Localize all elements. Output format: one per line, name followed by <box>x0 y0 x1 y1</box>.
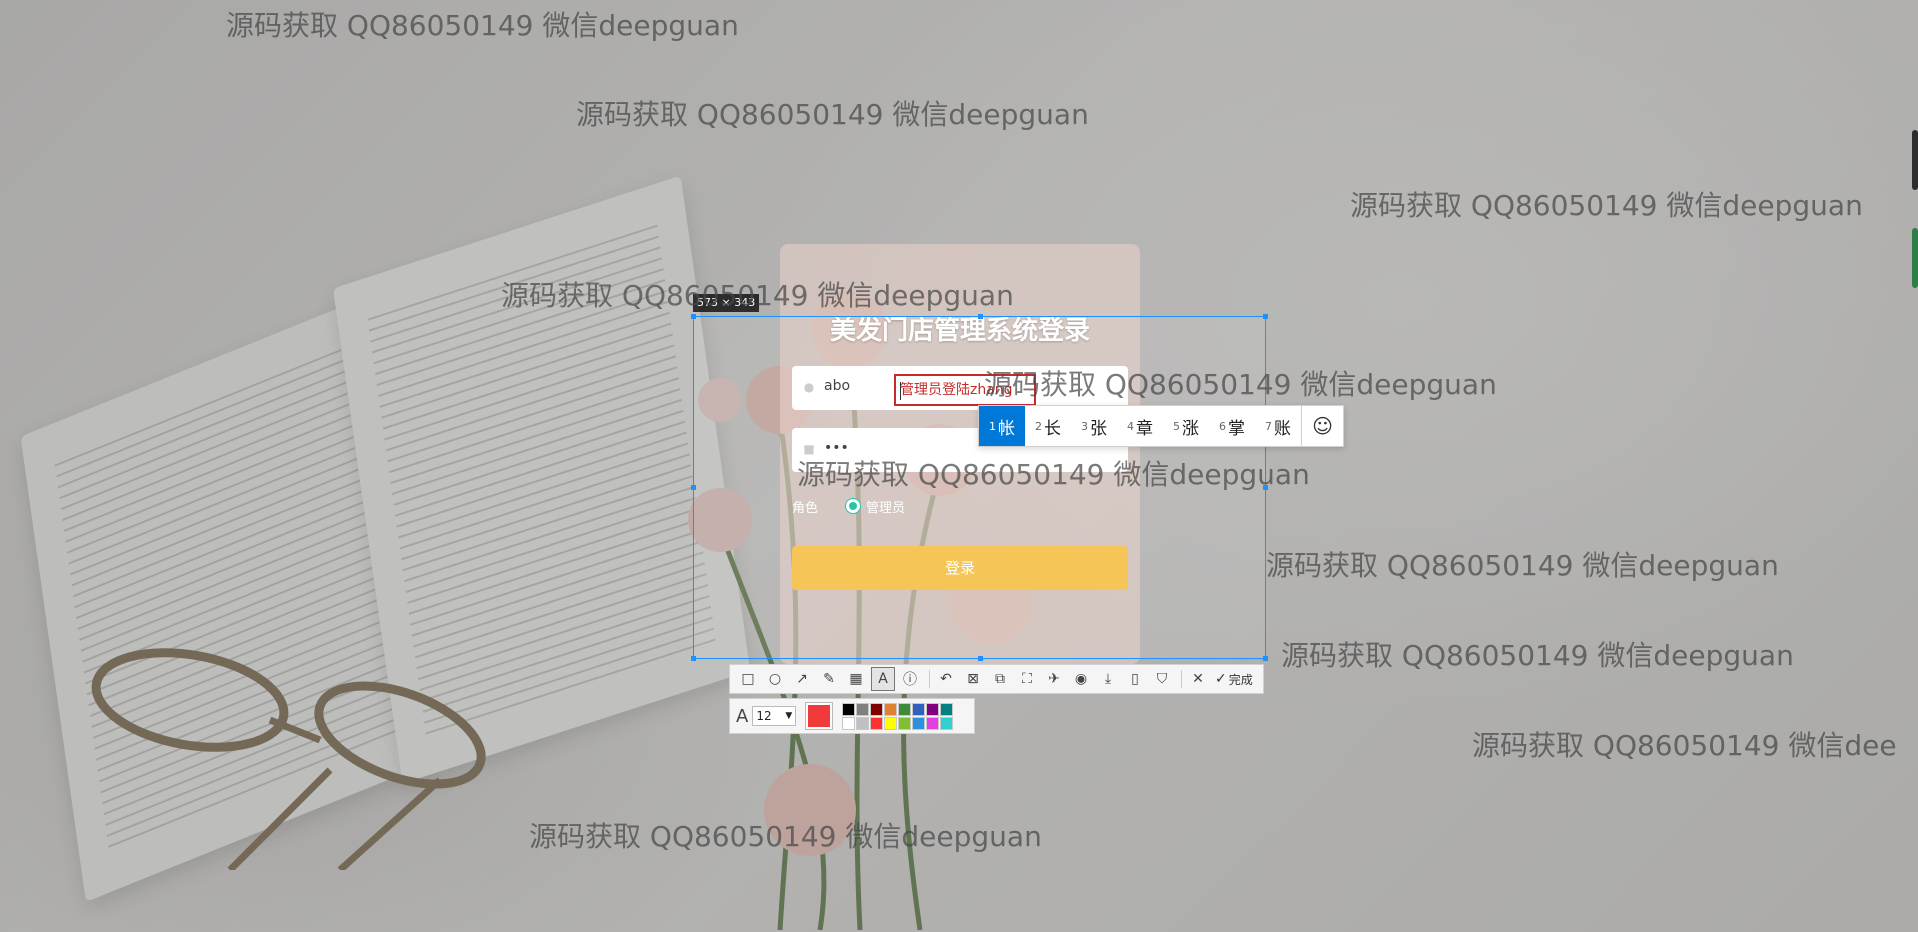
scrollbar-indicator <box>1912 228 1918 288</box>
ime-candidate[interactable]: 2长 <box>1025 406 1071 446</box>
watermark-text: 源码获取 QQ86050149 微信deepguan <box>1281 639 1794 672</box>
resize-handle[interactable] <box>691 485 696 490</box>
text-options-toolbar: A 12 ▼ <box>729 698 975 734</box>
done-button[interactable]: ✓ 完成 <box>1215 671 1253 688</box>
scrollbar-indicator <box>1912 130 1918 190</box>
color-swatch[interactable] <box>842 702 856 716</box>
font-icon: A <box>736 705 749 727</box>
color-swatch[interactable] <box>870 702 884 716</box>
ime-candidate[interactable]: 1帐 <box>979 406 1025 446</box>
color-swatch[interactable] <box>842 716 856 730</box>
text-cursor <box>900 382 901 400</box>
emoji-icon[interactable]: ☺ <box>1301 406 1343 446</box>
color-swatch[interactable] <box>870 716 884 730</box>
watermark-text: 源码获取 QQ86050149 微信deepguan <box>226 9 739 42</box>
chevron-down-icon: ▼ <box>785 711 793 721</box>
ellipse-icon[interactable]: ○ <box>763 667 787 691</box>
ime-candidate[interactable]: 5涨 <box>1163 406 1209 446</box>
watermark-text: 源码获取 QQ86050149 微信deepguan <box>501 279 1014 312</box>
watermark-text: 源码获取 QQ86050149 微信deepguan <box>529 820 1042 853</box>
ime-candidate[interactable]: 6掌 <box>1209 406 1255 446</box>
resize-handle[interactable] <box>978 656 983 661</box>
color-swatch[interactable] <box>856 702 870 716</box>
watermark-text: 源码获取 QQ86050149 微信deepguan <box>1350 189 1863 222</box>
rectangle-icon[interactable]: □ <box>736 667 760 691</box>
done-label: 完成 <box>1228 672 1253 687</box>
color-swatch[interactable] <box>856 716 870 730</box>
resize-handle[interactable] <box>691 656 696 661</box>
resize-handle[interactable] <box>1263 656 1268 661</box>
undo-icon[interactable]: ↶ <box>934 667 958 691</box>
resize-handle[interactable] <box>1263 314 1268 319</box>
text-icon[interactable]: A <box>871 667 895 691</box>
color-swatch[interactable] <box>898 702 912 716</box>
save-icon[interactable]: ▯ <box>1123 667 1147 691</box>
serial-number-icon[interactable]: ⓘ <box>898 667 922 691</box>
glasses-image <box>91 648 486 870</box>
pen-icon[interactable]: ✎ <box>817 667 841 691</box>
bookmark-icon[interactable]: ⛉ <box>1150 667 1174 691</box>
color-swatch[interactable] <box>940 702 954 716</box>
watermark-text: 源码获取 QQ86050149 微信deepguan <box>576 98 1089 131</box>
color-palette <box>842 702 954 730</box>
checkmark-icon: ✓ <box>1215 671 1227 687</box>
watermark-text: 源码获取 QQ86050149 微信dee <box>1472 729 1897 762</box>
screenshot-toolbar: □ ○ ↗ ✎ ▦ A ⓘ ↶ ⊠ ⧉ ⛶ ✈ ◉ ⤓ ▯ ⛉ ✕ ✓ 完成 <box>729 664 1264 694</box>
ime-candidate-bar: 1帐 2长 3张 4章 5涨 6掌 7账 ☺ <box>978 405 1344 447</box>
close-icon[interactable]: ✕ <box>1186 667 1210 691</box>
color-swatch[interactable] <box>912 702 926 716</box>
pin-icon[interactable]: ✈ <box>1042 667 1066 691</box>
watermark-text: 源码获取 QQ86050149 微信deepguan <box>1266 549 1779 582</box>
ocr-icon[interactable]: ⊠ <box>961 667 985 691</box>
scroll-capture-icon[interactable]: ⛶ <box>1015 667 1039 691</box>
color-swatch[interactable] <box>884 702 898 716</box>
color-swatch[interactable] <box>926 702 940 716</box>
font-size-select[interactable]: 12 ▼ <box>752 706 797 726</box>
resize-handle[interactable] <box>978 314 983 319</box>
watermark-text: 源码获取 QQ86050149 微信deepguan <box>984 368 1497 401</box>
color-swatch[interactable] <box>884 716 898 730</box>
record-icon[interactable]: ◉ <box>1069 667 1093 691</box>
mosaic-icon[interactable]: ▦ <box>844 667 868 691</box>
resize-handle[interactable] <box>691 314 696 319</box>
color-swatch[interactable] <box>898 716 912 730</box>
current-color-swatch[interactable] <box>805 702 834 730</box>
ime-candidate[interactable]: 3张 <box>1071 406 1117 446</box>
color-swatch[interactable] <box>940 716 954 730</box>
watermark-text: 源码获取 QQ86050149 微信deepguan <box>797 458 1310 491</box>
color-swatch[interactable] <box>926 716 940 730</box>
translate-icon[interactable]: ⧉ <box>988 667 1012 691</box>
arrow-icon[interactable]: ↗ <box>790 667 814 691</box>
ime-candidate[interactable]: 7账 <box>1255 406 1301 446</box>
download-icon[interactable]: ⤓ <box>1096 667 1120 691</box>
ime-candidate[interactable]: 4章 <box>1117 406 1163 446</box>
color-swatch[interactable] <box>912 716 926 730</box>
